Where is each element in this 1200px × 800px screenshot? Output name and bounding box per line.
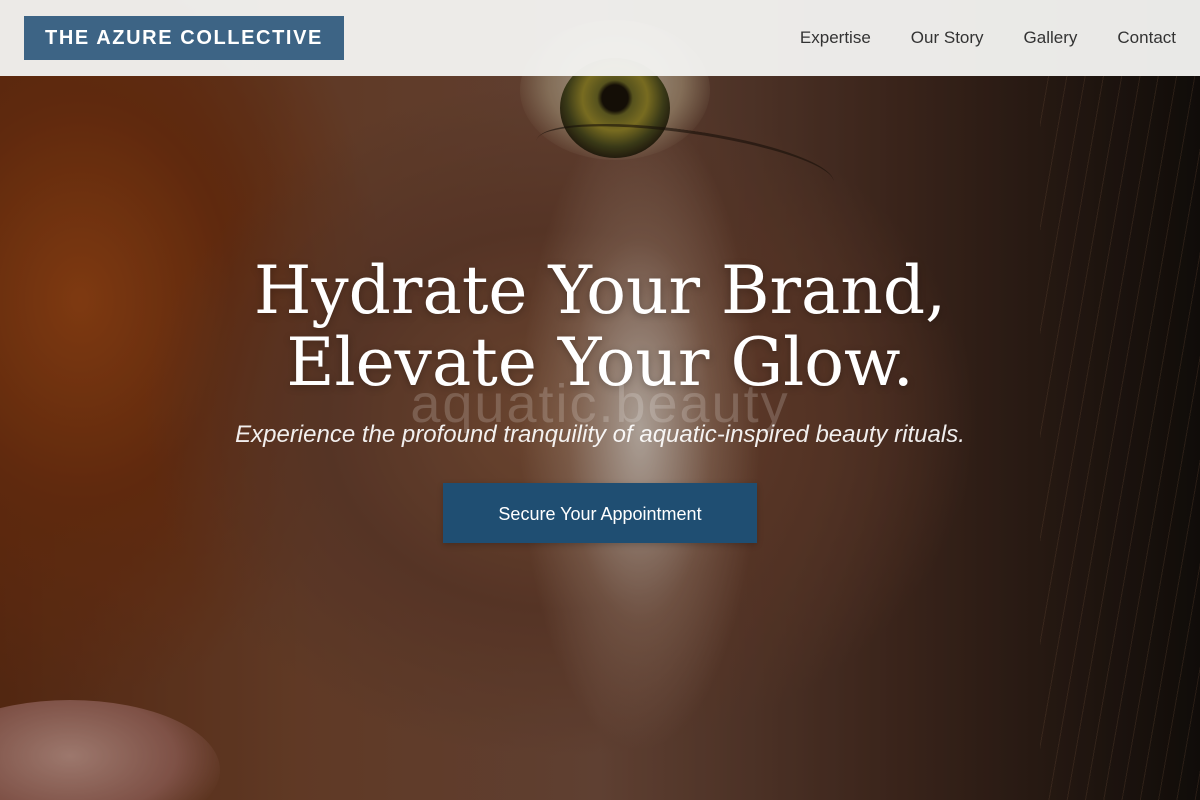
secure-appointment-button[interactable]: Secure Your Appointment (443, 483, 757, 543)
nav-gallery[interactable]: Gallery (1024, 28, 1078, 48)
page: THE AZURE COLLECTIVE Expertise Our Story… (0, 0, 1200, 800)
nav-expertise[interactable]: Expertise (800, 28, 871, 48)
hero-section: aquatic.beauty Hydrate Your Brand, Eleva… (0, 255, 1200, 543)
hero-headline: Hydrate Your Brand, Elevate Your Glow. (0, 255, 1200, 399)
main-nav: Expertise Our Story Gallery Contact (800, 0, 1176, 76)
hero-subtitle: Experience the profound tranquility of a… (235, 421, 965, 448)
nav-our-story[interactable]: Our Story (911, 28, 984, 48)
hero-headline-line2: Elevate Your Glow. (286, 324, 914, 401)
site-header: THE AZURE COLLECTIVE Expertise Our Story… (0, 0, 1200, 76)
hero-headline-line1: Hydrate Your Brand, (253, 252, 947, 329)
nav-contact[interactable]: Contact (1117, 28, 1176, 48)
brand-logo[interactable]: THE AZURE COLLECTIVE (24, 16, 344, 60)
